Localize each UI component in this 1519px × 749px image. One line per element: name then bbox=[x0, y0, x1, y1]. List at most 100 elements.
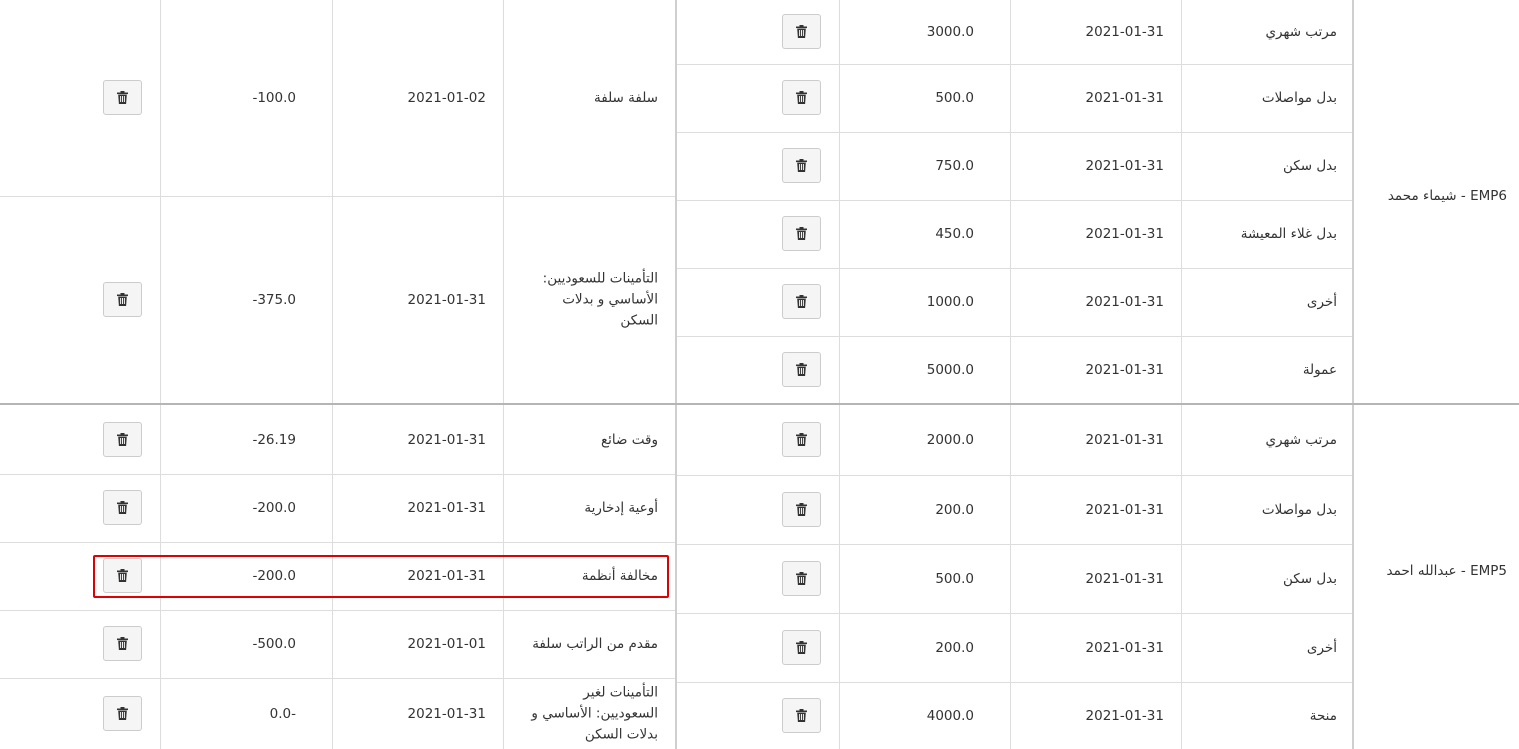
deduction-date: 2021-01-31 bbox=[407, 705, 486, 722]
earning-amount: 3000.0 bbox=[926, 24, 974, 40]
delete-button[interactable] bbox=[782, 148, 821, 183]
delete-button[interactable] bbox=[782, 284, 821, 319]
trash-icon bbox=[796, 227, 807, 240]
delete-button[interactable] bbox=[782, 491, 821, 527]
column-divider bbox=[332, 0, 333, 749]
trash-icon bbox=[117, 706, 128, 720]
column-divider bbox=[1010, 0, 1011, 749]
earning-date: 2021-01-31 bbox=[1085, 24, 1164, 40]
row-divider bbox=[677, 613, 1352, 614]
earning-date: 2021-01-31 bbox=[1085, 639, 1164, 656]
delete-button[interactable] bbox=[103, 626, 142, 661]
deduction-amount: -100.0 bbox=[252, 90, 296, 106]
employee-label: EMP6 - شيماء محمد bbox=[1387, 188, 1507, 204]
earning-date: 2021-01-31 bbox=[1085, 90, 1164, 106]
deduction-name: سلفة سلفة bbox=[594, 90, 658, 106]
delete-button[interactable] bbox=[782, 352, 821, 387]
row-divider bbox=[677, 268, 1352, 269]
earning-name: مرتب شهري bbox=[1265, 432, 1337, 448]
trash-icon bbox=[796, 708, 807, 722]
earning-amount: 200.0 bbox=[935, 501, 974, 518]
row-divider bbox=[677, 336, 1352, 337]
delete-button[interactable] bbox=[782, 14, 821, 49]
delete-button[interactable] bbox=[103, 80, 142, 115]
earning-amount: 1000.0 bbox=[926, 294, 974, 310]
delete-button[interactable] bbox=[782, 629, 821, 665]
delete-button[interactable] bbox=[782, 422, 821, 457]
column-divider bbox=[1352, 0, 1354, 749]
earning-date: 2021-01-31 bbox=[1085, 294, 1164, 310]
employee-label: EMP5 - عبدالله احمد bbox=[1386, 563, 1507, 579]
earning-date: 2021-01-31 bbox=[1085, 432, 1164, 448]
trash-icon bbox=[796, 433, 807, 446]
trash-icon bbox=[117, 293, 128, 306]
trash-icon bbox=[796, 363, 807, 376]
delete-button[interactable] bbox=[782, 560, 821, 596]
column-divider bbox=[839, 0, 840, 749]
delete-button[interactable] bbox=[103, 282, 142, 317]
row-divider bbox=[677, 682, 1352, 683]
delete-button[interactable] bbox=[103, 558, 142, 593]
delete-button[interactable] bbox=[103, 695, 142, 731]
earning-amount: 2000.0 bbox=[926, 432, 974, 448]
earning-name: بدل مواصلات bbox=[1261, 90, 1337, 106]
column-divider bbox=[675, 0, 677, 749]
column-divider bbox=[1181, 0, 1182, 749]
deduction-amount: 0.0- bbox=[269, 705, 296, 722]
trash-icon bbox=[796, 640, 807, 654]
earning-amount: 5000.0 bbox=[926, 362, 974, 378]
delete-button[interactable] bbox=[103, 490, 142, 525]
trash-icon bbox=[117, 432, 128, 446]
earning-date: 2021-01-31 bbox=[1085, 570, 1164, 587]
earning-amount: 450.0 bbox=[935, 226, 974, 242]
delete-button[interactable] bbox=[103, 421, 142, 457]
trash-icon bbox=[796, 91, 807, 104]
trash-icon bbox=[796, 571, 807, 585]
deduction-amount: -26.19 bbox=[252, 431, 296, 448]
earning-name: أخرى bbox=[1306, 294, 1337, 310]
row-divider bbox=[0, 610, 675, 611]
earning-name: بدل سكن bbox=[1283, 570, 1337, 587]
earning-name: عمولة bbox=[1302, 362, 1337, 378]
earning-date: 2021-01-31 bbox=[1085, 158, 1164, 174]
row-divider bbox=[677, 132, 1352, 133]
deduction-name: مخالفة أنظمة bbox=[581, 568, 658, 584]
deduction-name: التأمينات للسعوديين: الأساسي و بدلات الس… bbox=[542, 270, 658, 329]
deduction-name: التأمينات لغير السعوديين: الأساسي و بدلا… bbox=[531, 684, 658, 742]
deduction-date: 2021-01-02 bbox=[407, 90, 486, 106]
deduction-date: 2021-01-31 bbox=[407, 568, 486, 584]
row-divider bbox=[0, 474, 675, 475]
earning-name: مرتب شهري bbox=[1265, 24, 1337, 40]
delete-button[interactable] bbox=[782, 216, 821, 251]
deduction-name: وقت ضائع bbox=[600, 431, 658, 448]
earning-amount: 500.0 bbox=[935, 90, 974, 106]
row-divider bbox=[677, 200, 1352, 201]
row-divider bbox=[677, 475, 1352, 476]
trash-icon bbox=[117, 501, 128, 514]
earning-date: 2021-01-31 bbox=[1085, 226, 1164, 242]
deduction-date: 2021-01-31 bbox=[407, 500, 486, 516]
earning-date: 2021-01-31 bbox=[1085, 707, 1164, 724]
earning-amount: 750.0 bbox=[935, 158, 974, 174]
row-divider bbox=[0, 196, 675, 197]
trash-icon bbox=[117, 91, 128, 104]
earning-date: 2021-01-31 bbox=[1085, 362, 1164, 378]
row-divider bbox=[0, 542, 675, 543]
column-divider bbox=[503, 0, 504, 749]
earning-name: بدل سكن bbox=[1283, 158, 1337, 174]
deduction-amount: -200.0 bbox=[252, 568, 296, 584]
trash-icon bbox=[796, 159, 807, 172]
earning-amount: 4000.0 bbox=[926, 707, 974, 724]
deduction-date: 2021-01-31 bbox=[407, 431, 486, 448]
trash-icon bbox=[117, 637, 128, 650]
deduction-amount: -375.0 bbox=[252, 292, 296, 308]
row-divider bbox=[677, 64, 1352, 65]
row-divider bbox=[0, 403, 1519, 405]
trash-icon bbox=[796, 502, 807, 516]
deduction-date: 2021-01-01 bbox=[407, 636, 486, 652]
earning-amount: 500.0 bbox=[935, 570, 974, 587]
delete-button[interactable] bbox=[782, 697, 821, 733]
delete-button[interactable] bbox=[782, 80, 821, 115]
earning-name: أخرى bbox=[1306, 639, 1337, 656]
deduction-name: مقدم من الراتب سلفة bbox=[532, 636, 658, 652]
